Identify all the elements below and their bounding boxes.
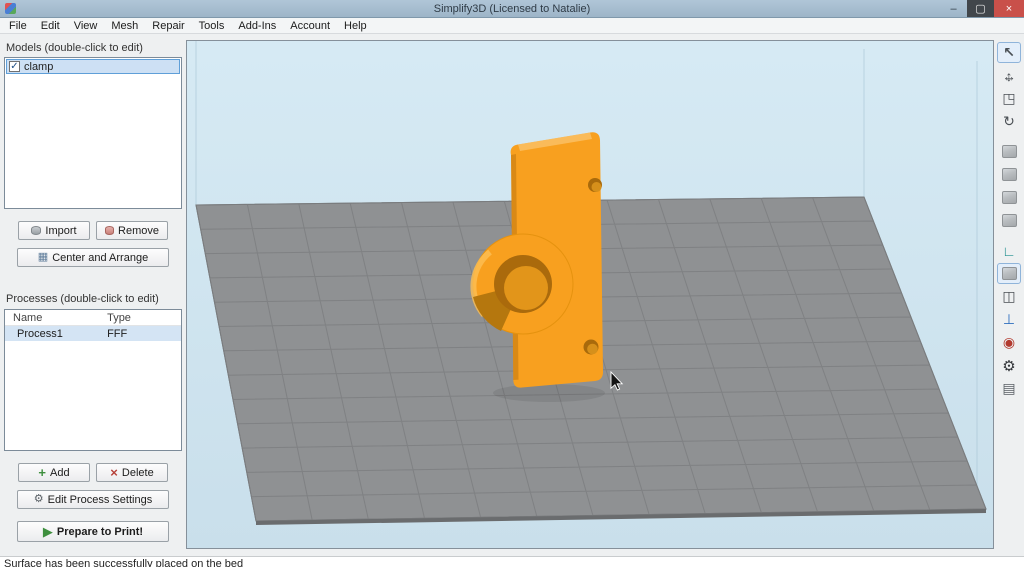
viewport-3d[interactable] xyxy=(186,40,994,549)
cube-icon xyxy=(1001,191,1017,204)
menu-bar: File Edit View Mesh Repair Tools Add-Ins… xyxy=(0,18,1024,34)
arrange-grid-icon: ▦ xyxy=(37,251,49,263)
cube-icon xyxy=(1001,267,1017,280)
remove-icon xyxy=(105,226,115,235)
process-table[interactable]: Name Type Process1 FFF xyxy=(4,309,182,451)
edit-process-settings-button[interactable]: ⚙ Edit Process Settings xyxy=(17,490,169,509)
model-checkbox[interactable]: ✓ xyxy=(9,61,20,72)
cube-icon xyxy=(1001,145,1017,158)
left-sidebar: Models (double-click to edit) ✓ clamp Im… xyxy=(4,40,182,557)
view-front-button[interactable] xyxy=(997,164,1021,185)
process-type-cell: FFF xyxy=(107,327,128,340)
paint-icon: ◉ xyxy=(1002,334,1016,350)
measurement-button[interactable]: ▤ xyxy=(997,378,1021,399)
menu-item-tools[interactable]: Tools xyxy=(192,19,232,33)
menu-item-repair[interactable]: Repair xyxy=(145,19,191,33)
menu-item-account[interactable]: Account xyxy=(283,19,337,33)
delete-process-button[interactable]: × Delete xyxy=(96,463,168,482)
rotate-tool-button[interactable]: ↻ xyxy=(997,111,1021,132)
column-type: Type xyxy=(107,311,131,324)
rotate-icon: ↻ xyxy=(1003,113,1015,129)
model-list-item[interactable]: ✓ clamp xyxy=(6,59,180,74)
center-and-arrange-button[interactable]: ▦ Center and Arrange xyxy=(17,248,169,267)
scale-icon: ◳ xyxy=(1002,90,1016,106)
view-side-button[interactable] xyxy=(997,187,1021,208)
model-name-label: clamp xyxy=(24,60,54,73)
gear-icon: ⚙ xyxy=(33,493,44,505)
window-titlebar: Simplify3D (Licensed to Natalie) – ▢ × xyxy=(0,0,1024,18)
bolt-hole-bottom xyxy=(583,339,599,355)
menu-item-edit[interactable]: Edit xyxy=(34,19,67,33)
view-cube-active-button[interactable] xyxy=(997,263,1021,284)
translate-tool-button[interactable]: ↔ ↕ xyxy=(997,65,1021,86)
models-header: Models (double-click to edit) xyxy=(6,42,143,54)
print-arrow-icon: ▶ xyxy=(42,524,53,539)
process-table-header: Name Type xyxy=(5,310,181,326)
prepare-to-print-button[interactable]: ▶ Prepare to Print! xyxy=(17,521,169,542)
machine-settings-button[interactable]: ⚙ xyxy=(997,355,1021,376)
select-tool-button[interactable]: ↖ xyxy=(997,42,1021,63)
ruler-icon: ▤ xyxy=(1002,380,1016,396)
cross-section-icon: ◫ xyxy=(1002,288,1016,304)
cursor-icon: ↖ xyxy=(1003,44,1015,60)
import-button[interactable]: Import xyxy=(18,221,90,240)
menu-item-file[interactable]: File xyxy=(2,19,34,33)
view-top-button[interactable] xyxy=(997,141,1021,162)
column-name: Name xyxy=(13,311,43,324)
process-row[interactable]: Process1 FFF xyxy=(5,326,181,341)
menu-item-mesh[interactable]: Mesh xyxy=(104,19,145,33)
import-icon xyxy=(31,226,42,235)
remove-button[interactable]: Remove xyxy=(96,221,168,240)
support-icon: ⊥ xyxy=(1002,311,1016,327)
menu-item-addins[interactable]: Add-Ins xyxy=(231,19,283,33)
processes-header: Processes (double-click to edit) xyxy=(6,293,159,305)
delete-icon: × xyxy=(110,465,118,480)
model-shadow xyxy=(493,384,605,402)
window-title: Simplify3D (Licensed to Natalie) xyxy=(433,2,591,15)
scale-tool-button[interactable]: ◳ xyxy=(997,88,1021,109)
status-bar: Surface has been successfully placed on … xyxy=(0,556,1024,567)
status-message: Surface has been successfully placed on … xyxy=(4,558,244,567)
cube-icon xyxy=(1001,168,1017,181)
support-paint-button[interactable]: ◉ xyxy=(997,332,1021,353)
coordinate-axes-button[interactable]: ∟ xyxy=(997,240,1021,261)
view-iso-button[interactable] xyxy=(997,210,1021,231)
support-structures-button[interactable]: ⊥ xyxy=(997,309,1021,330)
view-toolbar: ↖ ↔ ↕ ◳ ↻ ∟ ◫ ⊥ ◉ ⚙ ▤ xyxy=(994,42,1024,557)
cube-icon xyxy=(1001,214,1017,227)
add-process-button[interactable]: + Add xyxy=(18,463,90,482)
gear-icon: ⚙ xyxy=(1002,357,1016,375)
process-name-cell: Process1 xyxy=(17,327,63,340)
menu-item-help[interactable]: Help xyxy=(337,19,374,33)
models-list[interactable]: ✓ clamp xyxy=(4,57,182,209)
add-icon: + xyxy=(38,465,46,480)
check-icon: ✓ xyxy=(10,60,19,72)
bolt-hole-top xyxy=(588,178,602,192)
axes-icon: ∟ xyxy=(1002,242,1016,259)
menu-item-view[interactable]: View xyxy=(67,19,105,33)
cross-section-button[interactable]: ◫ xyxy=(997,286,1021,307)
